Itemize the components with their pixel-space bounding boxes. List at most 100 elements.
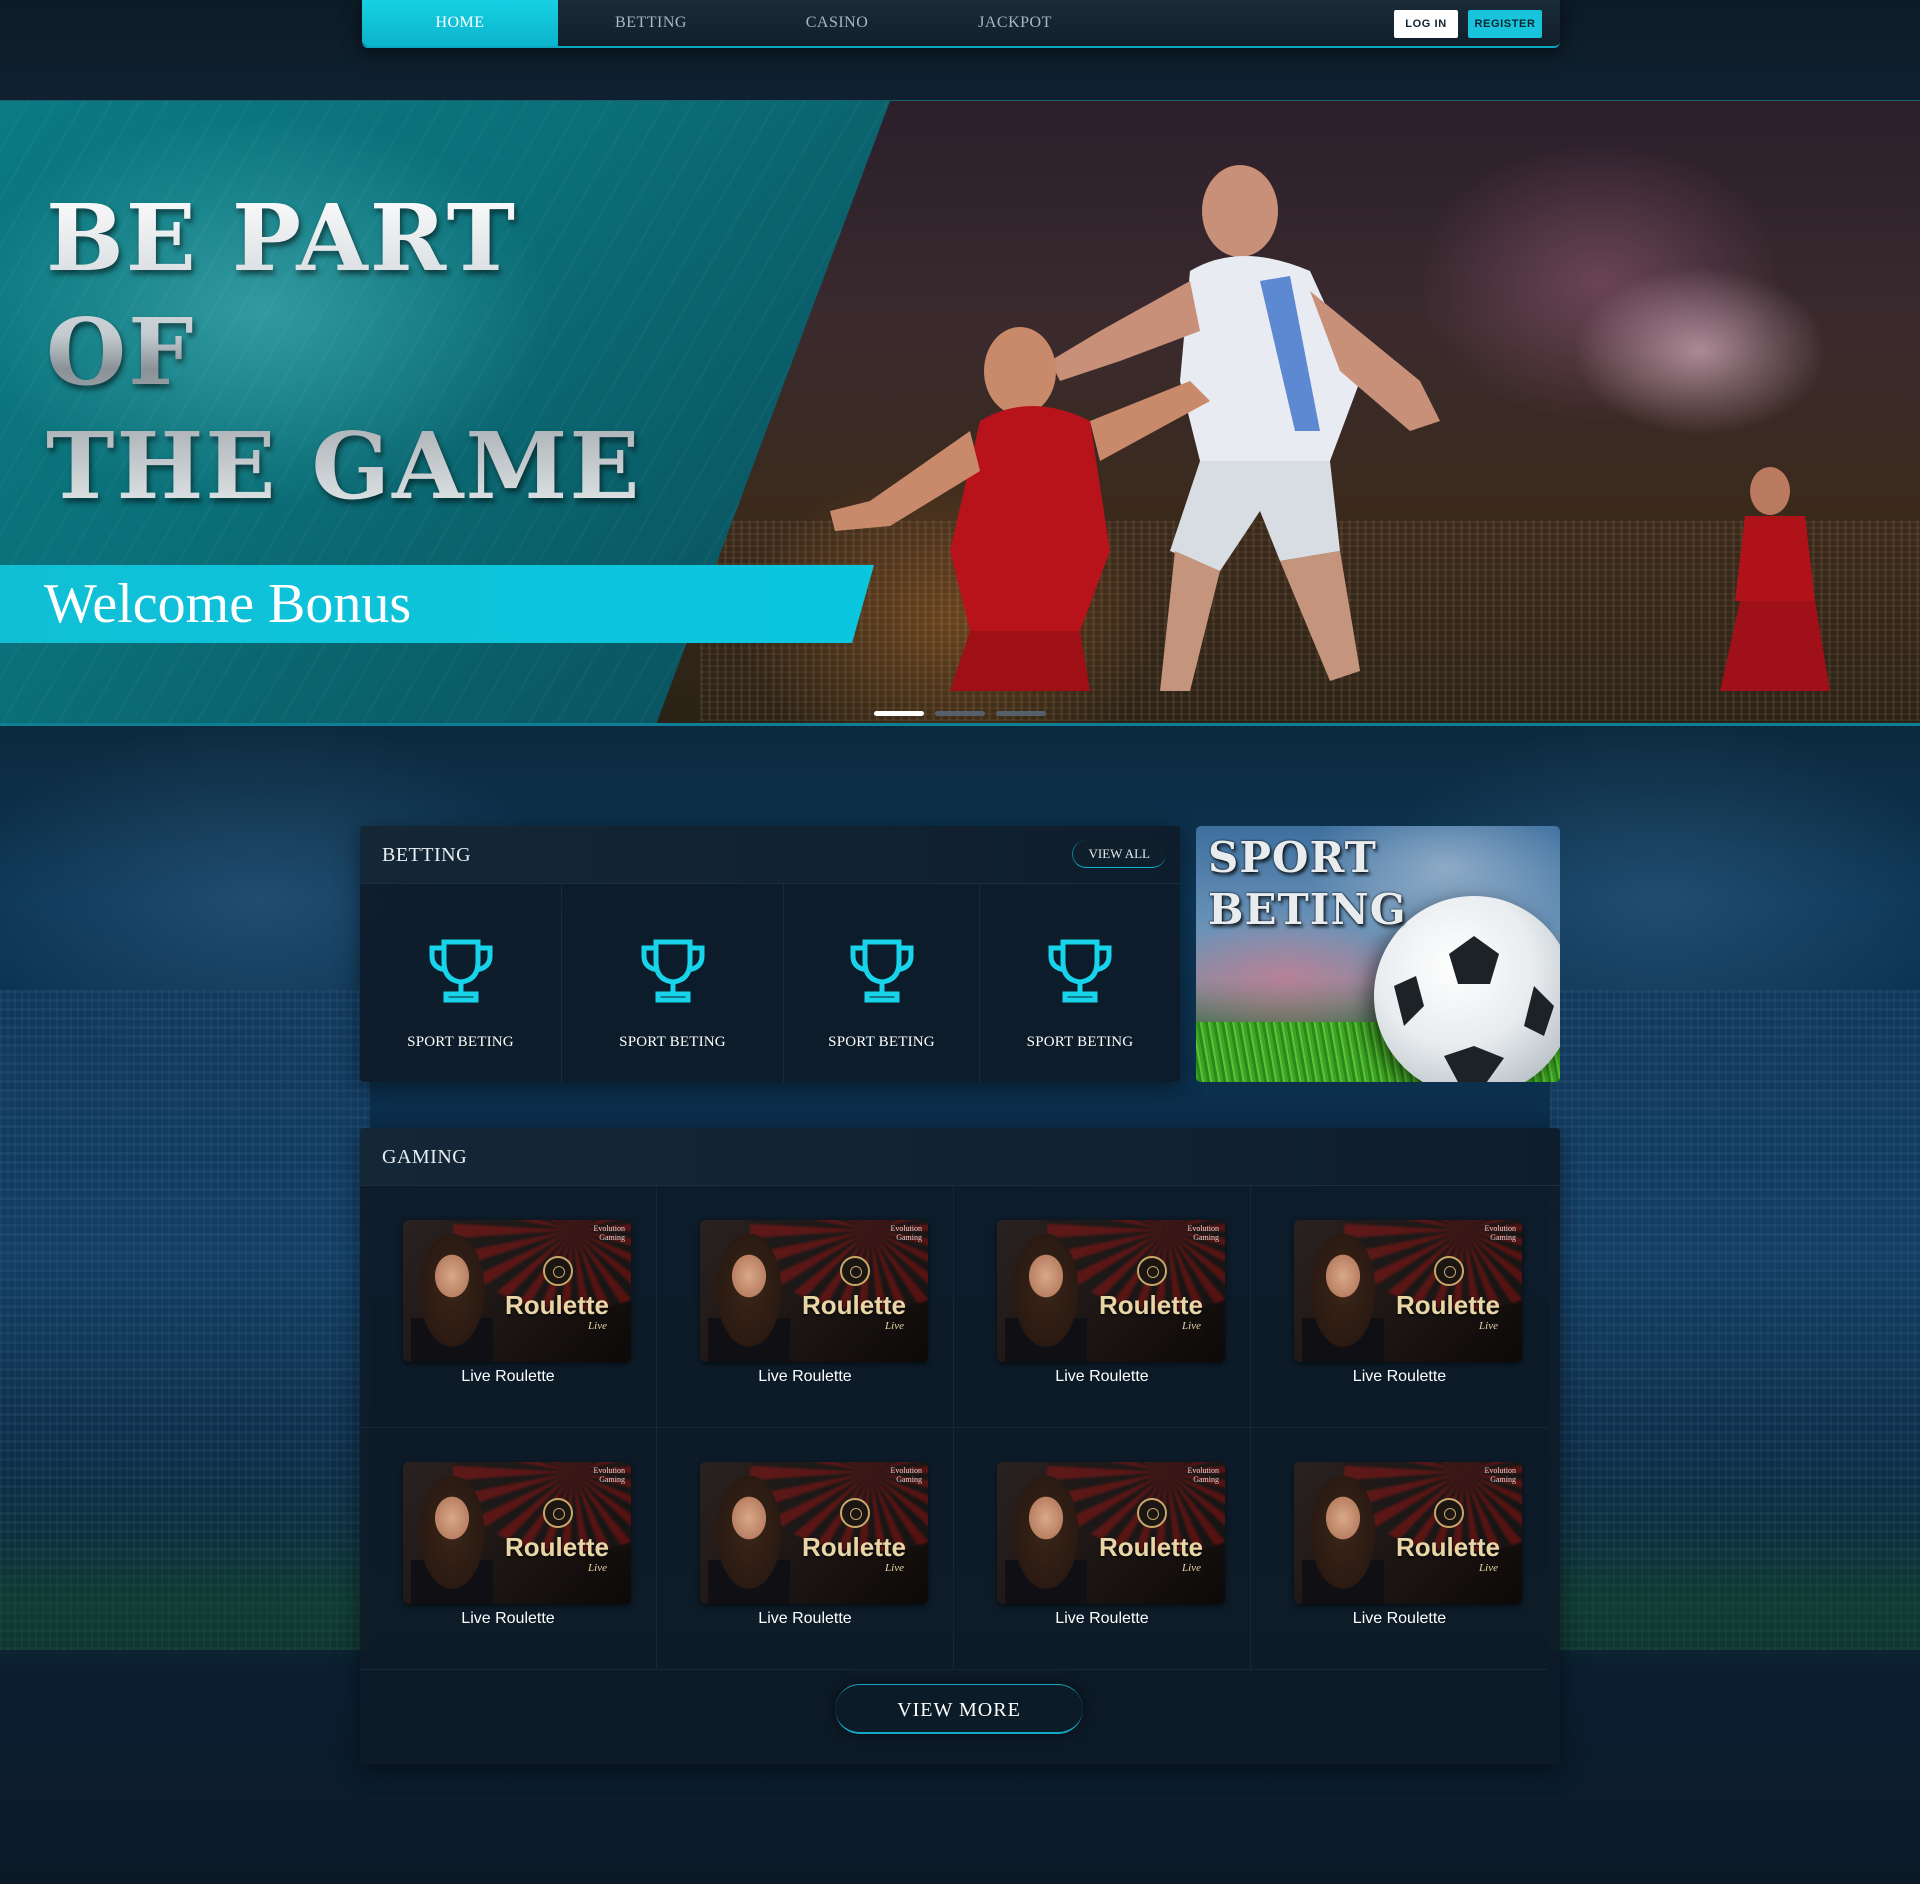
promo-title-line-1: SPORT <box>1208 833 1377 882</box>
thumbnail-title: Roulette <box>1099 1290 1203 1320</box>
dealer-image <box>1302 1476 1384 1604</box>
betting-item-4[interactable]: SPORT BETING <box>980 884 1180 1084</box>
betting-item-1[interactable]: SPORT BETING <box>360 884 562 1084</box>
game-label: Live Roulette <box>1352 1610 1447 1627</box>
provider-logo: Evolution Gaming <box>890 1466 922 1484</box>
welcome-bonus-text: Welcome Bonus <box>44 573 412 635</box>
provider-logo: Evolution Gaming <box>1484 1224 1516 1242</box>
game-thumbnail[interactable]: Evolution Gaming Roulette Live <box>1294 1220 1522 1362</box>
game-thumbnail[interactable]: Evolution Gaming Roulette Live <box>403 1462 631 1604</box>
login-button[interactable]: LOG IN <box>1394 10 1458 38</box>
game-thumbnail[interactable]: Evolution Gaming Roulette Live <box>1294 1462 1522 1604</box>
provider-logo: Evolution Gaming <box>890 1224 922 1242</box>
betting-item-label: SPORT BETING <box>1026 1034 1134 1050</box>
game-label: Live Roulette <box>461 1368 555 1385</box>
game-thumbnail[interactable]: Evolution Gaming Roulette Live <box>997 1462 1225 1604</box>
game-label: Live Roulette <box>1055 1610 1149 1627</box>
thumbnail-subtitle: Live <box>1479 1320 1498 1332</box>
game-card-4[interactable]: Evolution Gaming Roulette Live Live Roulett… <box>1251 1186 1548 1428</box>
dealer-image <box>708 1476 790 1604</box>
promo-title: SPORT BETING <box>1208 832 1407 936</box>
roulette-chip-icon <box>1137 1256 1167 1286</box>
thumbnail-subtitle: Live <box>885 1320 904 1332</box>
game-thumbnail[interactable]: Evolution Gaming Roulette Live <box>700 1220 928 1362</box>
hero-title-line-3: THE GAME <box>46 412 642 520</box>
game-label: Live Roulette <box>1352 1368 1447 1385</box>
game-card-7[interactable]: Evolution Gaming Roulette Live Live Roulett… <box>954 1428 1251 1670</box>
dealer-image <box>708 1234 790 1362</box>
top-navigation: HOME BETTING CASINO JACKPOT LOG IN REGIS… <box>362 0 1560 48</box>
nav-item-casino[interactable]: CASINO <box>744 0 930 46</box>
game-card-8[interactable]: Evolution Gaming Roulette Live Live Roulett… <box>1251 1428 1548 1670</box>
trophy-icon <box>641 939 704 1003</box>
trophy-icon <box>429 939 492 1003</box>
nav-item-betting[interactable]: BETTING <box>558 0 744 46</box>
register-button[interactable]: REGISTER <box>1468 10 1542 38</box>
game-card-6[interactable]: Evolution Gaming Roulette Live Live Roulett… <box>657 1428 954 1670</box>
slider-dot-2[interactable] <box>935 711 985 716</box>
hero-title: BE PART OF THE GAME <box>46 181 746 523</box>
thumbnail-title: Roulette <box>1396 1290 1500 1320</box>
game-thumbnail[interactable]: Evolution Gaming Roulette Live <box>403 1220 631 1362</box>
nav-item-home[interactable]: HOME <box>362 0 558 46</box>
game-card-5[interactable]: Evolution Gaming Roulette Live Live Roulett… <box>360 1428 657 1670</box>
provider-logo: Evolution Gaming <box>593 1224 625 1242</box>
thumbnail-title: Roulette <box>1396 1532 1500 1562</box>
provider-logo: Evolution Gaming <box>1484 1466 1516 1484</box>
view-all-button[interactable]: VIEW ALL <box>1071 840 1166 868</box>
betting-panel: BETTING VIEW ALL SPORT BETING SPORT BETI… <box>360 826 1180 1084</box>
provider-logo: Evolution Gaming <box>1187 1466 1219 1484</box>
roulette-chip-icon <box>1434 1498 1464 1528</box>
sport-betting-promo-card[interactable]: SPORT BETING <box>1196 826 1560 1082</box>
nav-item-jackpot[interactable]: JACKPOT <box>930 0 1100 46</box>
thumbnail-subtitle: Live <box>588 1320 607 1332</box>
provider-logo: Evolution Gaming <box>593 1466 625 1484</box>
roulette-chip-icon <box>543 1498 573 1528</box>
roulette-chip-icon <box>840 1498 870 1528</box>
thumbnail-subtitle: Live <box>1182 1562 1201 1574</box>
game-label: Live Roulette <box>758 1610 852 1627</box>
slider-dot-3[interactable] <box>996 711 1046 716</box>
betting-item-label: SPORT BETING <box>828 1034 935 1050</box>
hero-title-line-1: BE PART <box>46 184 518 292</box>
thumbnail-subtitle: Live <box>1479 1562 1498 1574</box>
betting-item-label: SPORT BETING <box>619 1034 726 1050</box>
betting-item-2[interactable]: SPORT BETING <box>562 884 784 1084</box>
slider-dot-1[interactable] <box>874 711 924 716</box>
thumbnail-title: Roulette <box>802 1532 906 1562</box>
game-thumbnail[interactable]: Evolution Gaming Roulette Live <box>700 1462 928 1604</box>
thumbnail-subtitle: Live <box>885 1562 904 1574</box>
game-card-3[interactable]: Evolution Gaming Roulette Live Live Roulett… <box>954 1186 1251 1428</box>
game-thumbnail[interactable]: Evolution Gaming Roulette Live <box>997 1220 1225 1362</box>
thumbnail-subtitle: Live <box>588 1562 607 1574</box>
dealer-image <box>1005 1234 1087 1362</box>
thumbnail-title: Roulette <box>505 1290 609 1320</box>
dealer-image <box>1005 1476 1087 1604</box>
thumbnail-title: Roulette <box>505 1532 609 1562</box>
game-card-1[interactable]: Evolution Gaming Roulette Live Live Roulett… <box>360 1186 657 1428</box>
trophy-icon <box>850 939 913 1003</box>
view-more-button[interactable]: VIEW MORE <box>835 1684 1083 1734</box>
roulette-chip-icon <box>840 1256 870 1286</box>
hero-title-line-2: OF <box>46 298 196 406</box>
game-card-2[interactable]: Evolution Gaming Roulette Live Live Roulett… <box>657 1186 954 1428</box>
roulette-chip-icon <box>543 1256 573 1286</box>
game-label: Live Roulette <box>758 1368 852 1385</box>
thumbnail-subtitle: Live <box>1182 1320 1201 1332</box>
hero-players-illustration <box>830 165 1830 691</box>
promo-title-line-2: BETING <box>1208 885 1407 934</box>
trophy-icon <box>1048 939 1112 1003</box>
provider-logo: Evolution Gaming <box>1187 1224 1219 1242</box>
betting-item-label: SPORT BETING <box>407 1034 514 1050</box>
thumbnail-title: Roulette <box>802 1290 906 1320</box>
roulette-chip-icon <box>1137 1498 1167 1528</box>
betting-panel-header: BETTING VIEW ALL <box>360 826 1180 884</box>
hero-banner: BE PART OF THE GAME Welcome Bonus <box>0 100 1920 726</box>
game-label: Live Roulette <box>461 1610 555 1627</box>
dealer-image <box>411 1234 493 1362</box>
betting-item-3[interactable]: SPORT BETING <box>784 884 980 1084</box>
dealer-image <box>1302 1234 1384 1362</box>
thumbnail-title: Roulette <box>1099 1532 1203 1562</box>
game-label: Live Roulette <box>1055 1368 1149 1385</box>
betting-title: BETTING <box>382 844 472 866</box>
